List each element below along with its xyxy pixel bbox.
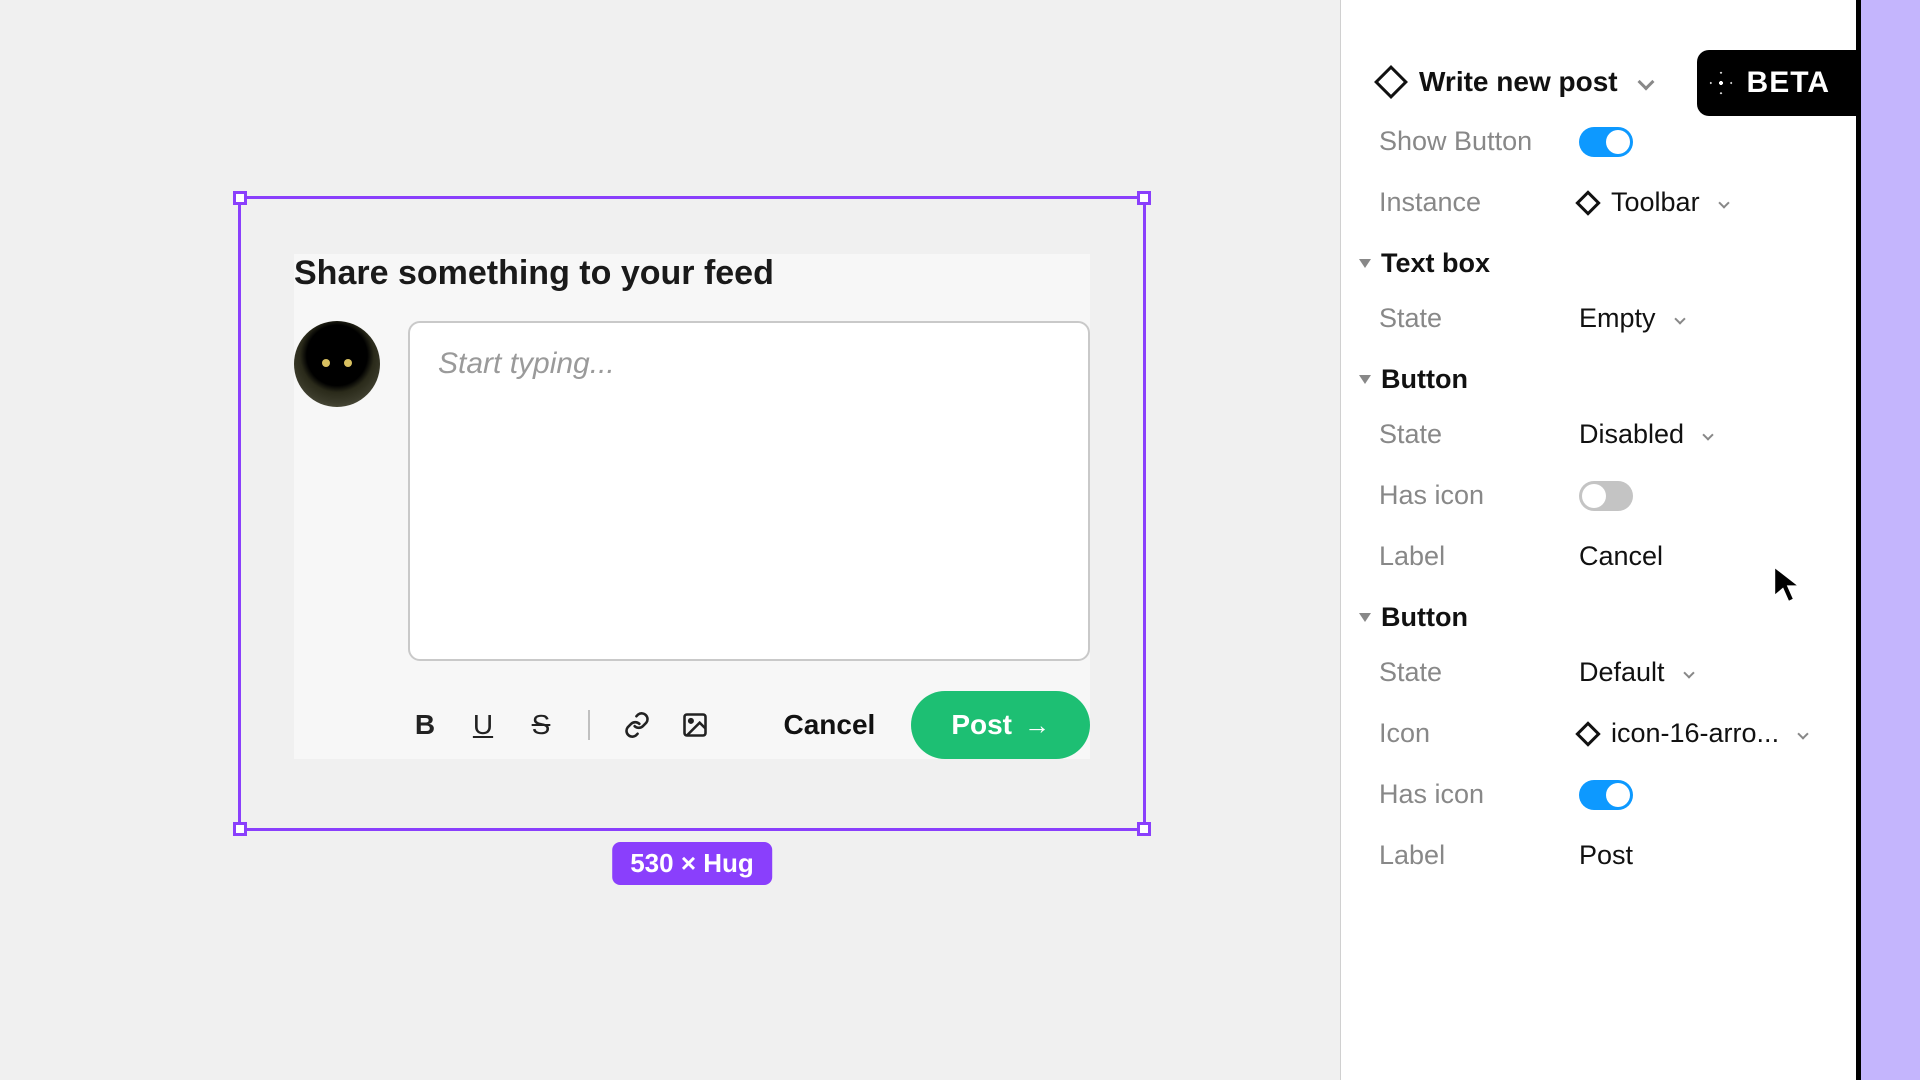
prop-instance: Instance Toolbar <box>1379 187 1818 218</box>
section-textbox[interactable]: Text box <box>1359 248 1818 279</box>
avatar <box>294 321 380 407</box>
prop-show-button: Show Button <box>1379 126 1818 157</box>
instance-dropdown[interactable]: Toolbar <box>1579 187 1728 218</box>
caret-down-icon <box>1359 259 1371 268</box>
component-icon <box>1374 65 1408 99</box>
state-dropdown[interactable]: Default <box>1579 657 1693 688</box>
prop-label: State <box>1379 419 1579 450</box>
prop-label: Icon <box>1379 718 1579 749</box>
state-dropdown[interactable]: Disabled <box>1579 419 1712 450</box>
inspector-panel: BETA Write new post Show Button Instance… <box>1340 0 1856 1080</box>
caret-down-icon <box>1359 613 1371 622</box>
caret-down-icon <box>1359 375 1371 384</box>
cancel-button[interactable]: Cancel <box>771 691 887 759</box>
state-value: Empty <box>1579 303 1656 334</box>
link-icon[interactable] <box>620 708 654 742</box>
chevron-down-icon <box>1683 667 1694 678</box>
icon-dropdown[interactable]: icon-16-arro... <box>1579 718 1807 749</box>
prop-button2-state: State Default <box>1379 657 1818 688</box>
section-title: Button <box>1381 602 1468 633</box>
chevron-down-icon <box>1674 313 1685 324</box>
section-button-2[interactable]: Button <box>1359 602 1818 633</box>
image-icon[interactable] <box>678 708 712 742</box>
toolbar-separator <box>588 710 590 740</box>
label-value[interactable]: Post <box>1579 840 1633 871</box>
section-title: Button <box>1381 364 1468 395</box>
arrow-right-icon: → <box>1024 710 1050 741</box>
prop-label: Instance <box>1379 187 1579 218</box>
instance-icon <box>1575 721 1600 746</box>
prop-label: Show Button <box>1379 126 1579 157</box>
chevron-down-icon <box>1702 429 1713 440</box>
prop-button1-state: State Disabled <box>1379 419 1818 450</box>
section-button-1[interactable]: Button <box>1359 364 1818 395</box>
prop-label: Has icon <box>1379 480 1579 511</box>
dimension-badge: 530 × Hug <box>612 842 772 885</box>
strikethrough-icon[interactable]: S <box>524 708 558 742</box>
post-composer-card[interactable]: Share something to your feed B U S Cance… <box>294 254 1090 759</box>
chevron-down-icon <box>1797 728 1808 739</box>
post-button-label: Post <box>951 709 1012 741</box>
state-value: Default <box>1579 657 1665 688</box>
bold-icon[interactable]: B <box>408 708 442 742</box>
card-title: Share something to your feed <box>294 254 1090 293</box>
show-button-toggle[interactable] <box>1579 127 1633 157</box>
prop-textbox-state: State Empty <box>1379 303 1818 334</box>
prop-label: Label <box>1379 840 1579 871</box>
prop-button2-label: Label Post <box>1379 840 1818 871</box>
right-strip <box>1856 0 1920 1080</box>
beta-badge: BETA <box>1697 50 1856 116</box>
resize-handle-tl[interactable] <box>233 191 247 205</box>
label-value[interactable]: Cancel <box>1579 541 1663 572</box>
underline-icon[interactable]: U <box>466 708 500 742</box>
prop-button1-label: Label Cancel <box>1379 541 1818 572</box>
post-button[interactable]: Post → <box>911 691 1090 759</box>
has-icon-toggle[interactable] <box>1579 780 1633 810</box>
resize-handle-bl[interactable] <box>233 822 247 836</box>
resize-handle-tr[interactable] <box>1137 191 1151 205</box>
chevron-down-icon <box>1637 74 1654 91</box>
prop-label: State <box>1379 303 1579 334</box>
post-textbox[interactable] <box>408 321 1090 661</box>
icon-value: icon-16-arro... <box>1611 718 1779 749</box>
instance-value: Toolbar <box>1611 187 1700 218</box>
format-toolbar: B U S <box>408 708 712 742</box>
state-value: Disabled <box>1579 419 1684 450</box>
prop-button2-icon: Icon icon-16-arro... <box>1379 718 1818 749</box>
prop-label: State <box>1379 657 1579 688</box>
design-canvas[interactable]: 530 × Hug Share something to your feed B… <box>0 0 1340 1080</box>
has-icon-toggle[interactable] <box>1579 481 1633 511</box>
prop-button2-hasicon: Has icon <box>1379 779 1818 810</box>
section-title: Text box <box>1381 248 1490 279</box>
component-name: Write new post <box>1419 66 1618 98</box>
resize-handle-br[interactable] <box>1137 822 1151 836</box>
prop-label: Label <box>1379 541 1579 572</box>
state-dropdown[interactable]: Empty <box>1579 303 1684 334</box>
instance-icon <box>1575 190 1600 215</box>
chevron-down-icon <box>1718 197 1729 208</box>
prop-button1-hasicon: Has icon <box>1379 480 1818 511</box>
prop-label: Has icon <box>1379 779 1579 810</box>
